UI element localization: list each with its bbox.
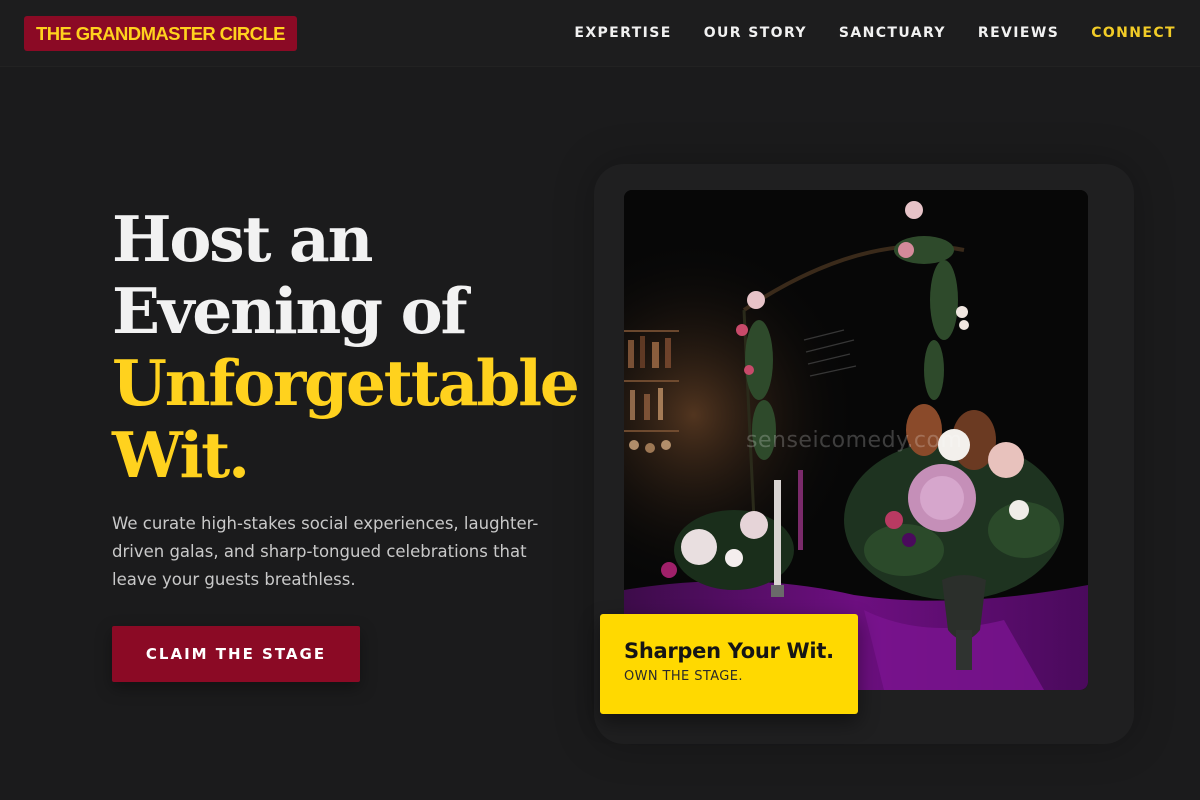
photo-watermark: senseicomedy.com <box>746 428 963 453</box>
hero-headline-line-2: Evening of <box>112 274 468 348</box>
main-nav: EXPERTISE OUR STORY SANCTUARY REVIEWS CO… <box>542 22 1176 44</box>
hero-headline-line-3: Unforgettable <box>112 346 580 420</box>
hero-headline-line-4: Wit. <box>112 418 250 492</box>
promo-card: Sharpen Your Wit. OWN THE STAGE. <box>600 614 858 714</box>
promo-card-title: Sharpen Your Wit. <box>624 639 834 663</box>
claim-the-stage-button[interactable]: CLAIM THE STAGE <box>112 626 360 682</box>
hero-headline: Host an Evening of Unforgettable Wit. <box>112 202 580 492</box>
nav-link-expertise[interactable]: EXPERTISE <box>574 22 671 44</box>
promo-card-subtitle: OWN THE STAGE. <box>624 669 743 684</box>
hero-description: We curate high-stakes social experiences… <box>112 514 539 589</box>
nav-link-our-story[interactable]: OUR STORY <box>704 22 807 44</box>
hero-headline-line-1: Host an <box>112 202 373 276</box>
nav-link-reviews[interactable]: REVIEWS <box>978 22 1059 44</box>
nav-link-sanctuary[interactable]: SANCTUARY <box>839 22 946 44</box>
top-navigation-bar: THE GRANDMASTER CIRCLE EXPERTISE OUR STO… <box>0 0 1200 67</box>
brand-logo[interactable]: THE GRANDMASTER CIRCLE <box>24 16 297 51</box>
nav-link-connect[interactable]: CONNECT <box>1091 22 1176 44</box>
